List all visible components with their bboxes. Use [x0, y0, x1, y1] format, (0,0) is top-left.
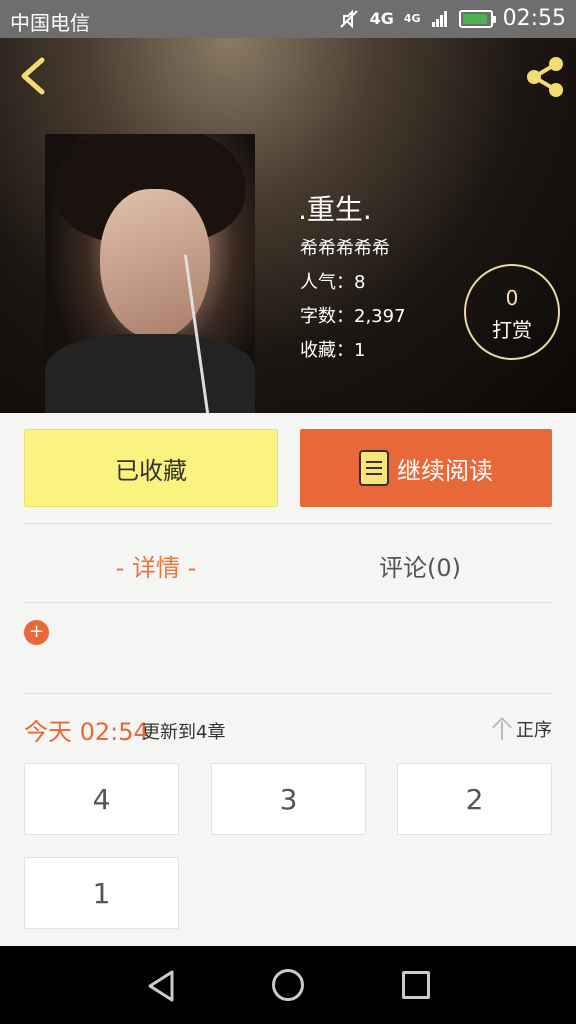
popularity-value: 8	[354, 272, 366, 293]
tip-count: 0	[505, 286, 519, 310]
book-icon	[359, 450, 389, 486]
favorites-label: 收藏：	[300, 340, 354, 361]
author-name: 希希希希希	[300, 238, 390, 259]
network-type-small: 4G	[403, 12, 421, 25]
battery-icon	[458, 9, 496, 28]
divider	[24, 523, 552, 524]
tip-button[interactable]: 0 打赏	[464, 264, 560, 360]
word-count-value: 2,397	[354, 306, 406, 327]
signal-icon	[431, 10, 447, 27]
word-count-label: 字数：	[300, 306, 354, 327]
chapter-button[interactable]: 2	[397, 763, 552, 835]
favorited-label: 已收藏	[115, 456, 187, 485]
clock: 02:55	[502, 6, 566, 31]
expand-icon[interactable]: +	[24, 620, 49, 645]
tab-detail[interactable]: - 详情 -	[24, 548, 288, 583]
sort-label: 正序	[516, 720, 552, 741]
favorites-stat: 收藏：1	[300, 336, 365, 362]
divider	[24, 693, 552, 694]
tip-label: 打赏	[492, 318, 532, 342]
favorited-button[interactable]: 已收藏	[24, 429, 278, 507]
popularity-label: 人气：	[300, 272, 354, 293]
network-type: 4G	[369, 9, 394, 28]
mute-icon	[339, 9, 358, 28]
book-cover-image	[45, 134, 255, 413]
book-header: .重生. 希希希希希 人气：8 字数：2,397 收藏：1 0 打赏	[0, 38, 576, 413]
status-bar: 中国电信 4G 4G 02:55	[0, 0, 576, 38]
back-arrow-icon[interactable]	[14, 54, 54, 98]
divider	[24, 602, 552, 603]
update-time: 今天 02:54	[24, 718, 149, 746]
status-icons: 4G 4G 02:55	[338, 6, 566, 31]
arrow-up-icon	[492, 718, 512, 740]
system-nav-bar	[0, 946, 576, 1024]
sort-order-button[interactable]: 正序	[492, 716, 552, 742]
continue-reading-label: 继续阅读	[397, 456, 493, 485]
favorites-value: 1	[354, 340, 366, 361]
word-count-stat: 字数：2,397	[300, 302, 406, 328]
continue-reading-button[interactable]: 继续阅读	[300, 429, 552, 507]
book-title: .重生.	[298, 193, 372, 226]
update-text: 更新到4章	[142, 722, 226, 743]
tab-comments[interactable]: 评论(0)	[288, 548, 552, 583]
nav-back-icon[interactable]	[144, 968, 180, 1004]
chapter-button[interactable]: 4	[24, 763, 179, 835]
popularity-stat: 人气：8	[300, 268, 365, 294]
update-info: 今天 02:54 更新到4章 正序	[24, 712, 552, 746]
chapter-button[interactable]: 3	[211, 763, 366, 835]
share-icon[interactable]	[522, 54, 568, 100]
chapter-button[interactable]: 1	[24, 857, 179, 929]
carrier-name: 中国电信	[10, 11, 90, 35]
nav-home-icon[interactable]	[272, 969, 304, 1001]
nav-recents-icon[interactable]	[402, 971, 430, 999]
